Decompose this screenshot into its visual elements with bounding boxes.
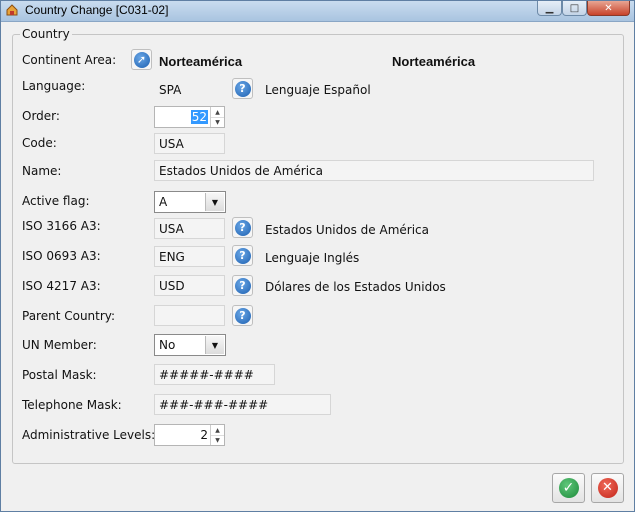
arrow-link-icon: ➚ [133, 51, 150, 68]
group-title: Country [20, 27, 72, 41]
order-spinner[interactable]: 52 ▲ ▼ [154, 106, 225, 128]
language-lookup-button[interactable]: ? [232, 78, 253, 99]
admin-levels-value: 2 [200, 428, 208, 442]
continent-area-label: Continent Area: [22, 53, 117, 67]
minimize-button[interactable]: ▁ [537, 1, 562, 16]
un-member-label: UN Member: [22, 338, 97, 352]
code-field[interactable]: USA [154, 133, 225, 154]
admin-levels-spinner[interactable]: 2 ▲ ▼ [154, 424, 225, 446]
order-value: 52 [190, 110, 208, 124]
country-change-window: Country Change [C031-02] ▁ □ ✕ Country C… [0, 0, 635, 512]
code-label: Code: [22, 136, 57, 150]
postal-mask-field[interactable]: #####-#### [154, 364, 275, 385]
chevron-down-icon[interactable]: ▼ [205, 193, 224, 211]
spin-down-icon[interactable]: ▼ [211, 435, 224, 445]
language-label: Language: [22, 79, 86, 93]
iso4217-lookup-button[interactable]: ? [232, 275, 253, 296]
minimize-icon: ▁ [545, 2, 554, 14]
language-code: SPA [159, 83, 182, 97]
iso3166-field[interactable]: USA [154, 218, 225, 239]
iso0693-lookup-button[interactable]: ? [232, 245, 253, 266]
iso0693-description: Lenguaje Inglés [265, 251, 360, 265]
name-label: Name: [22, 164, 62, 178]
continent-navigate-button[interactable]: ➚ [131, 49, 152, 70]
iso3166-lookup-button[interactable]: ? [232, 217, 253, 238]
cancel-button[interactable]: ✕ [591, 473, 624, 503]
question-icon: ? [234, 247, 251, 264]
continent-description: Norteamérica [392, 54, 476, 69]
parent-country-label: Parent Country: [22, 309, 116, 323]
iso4217-description: Dólares de los Estados Unidos [265, 280, 446, 294]
maximize-button[interactable]: □ [562, 1, 587, 16]
iso0693-label: ISO 0693 A3: [22, 249, 101, 263]
question-icon: ? [234, 307, 251, 324]
spinner-arrows: ▲ ▼ [210, 425, 224, 445]
close-icon: ✕ [604, 2, 613, 14]
active-flag-select[interactable]: A ▼ [154, 191, 226, 213]
iso4217-label: ISO 4217 A3: [22, 279, 101, 293]
iso4217-field[interactable]: USD [154, 275, 225, 296]
ok-button[interactable]: ✓ [552, 473, 585, 503]
telephone-mask-field[interactable]: ###-###-#### [154, 394, 331, 415]
iso3166-description: Estados Unidos de América [265, 223, 429, 237]
cancel-icon: ✕ [597, 478, 618, 498]
check-icon: ✓ [558, 478, 579, 498]
language-description: Lenguaje Español [265, 83, 371, 97]
postal-mask-label: Postal Mask: [22, 368, 97, 382]
app-icon [6, 4, 18, 16]
iso3166-label: ISO 3166 A3: [22, 219, 101, 233]
question-icon: ? [234, 80, 251, 97]
telephone-mask-label: Telephone Mask: [22, 398, 122, 412]
question-icon: ? [234, 277, 251, 294]
title-bar[interactable]: Country Change [C031-02] ▁ □ ✕ [1, 1, 634, 22]
un-member-select[interactable]: No ▼ [154, 334, 226, 356]
spinner-arrows: ▲ ▼ [210, 107, 224, 127]
active-flag-value: A [159, 195, 168, 209]
parent-country-lookup-button[interactable]: ? [232, 305, 253, 326]
active-flag-label: Active flag: [22, 194, 90, 208]
order-label: Order: [22, 109, 60, 123]
chevron-down-icon[interactable]: ▼ [205, 336, 224, 354]
un-member-value: No [159, 338, 176, 352]
spin-down-icon[interactable]: ▼ [211, 117, 224, 127]
admin-levels-label: Administrative Levels: [22, 428, 156, 442]
parent-country-field[interactable] [154, 305, 225, 326]
window-title: Country Change [C031-02] [25, 3, 169, 17]
iso0693-field[interactable]: ENG [154, 246, 225, 267]
maximize-icon: □ [569, 2, 580, 14]
name-field[interactable]: Estados Unidos de América [154, 160, 594, 181]
close-button[interactable]: ✕ [587, 1, 630, 16]
question-icon: ? [234, 219, 251, 236]
continent-code: Norteamérica [159, 54, 243, 69]
